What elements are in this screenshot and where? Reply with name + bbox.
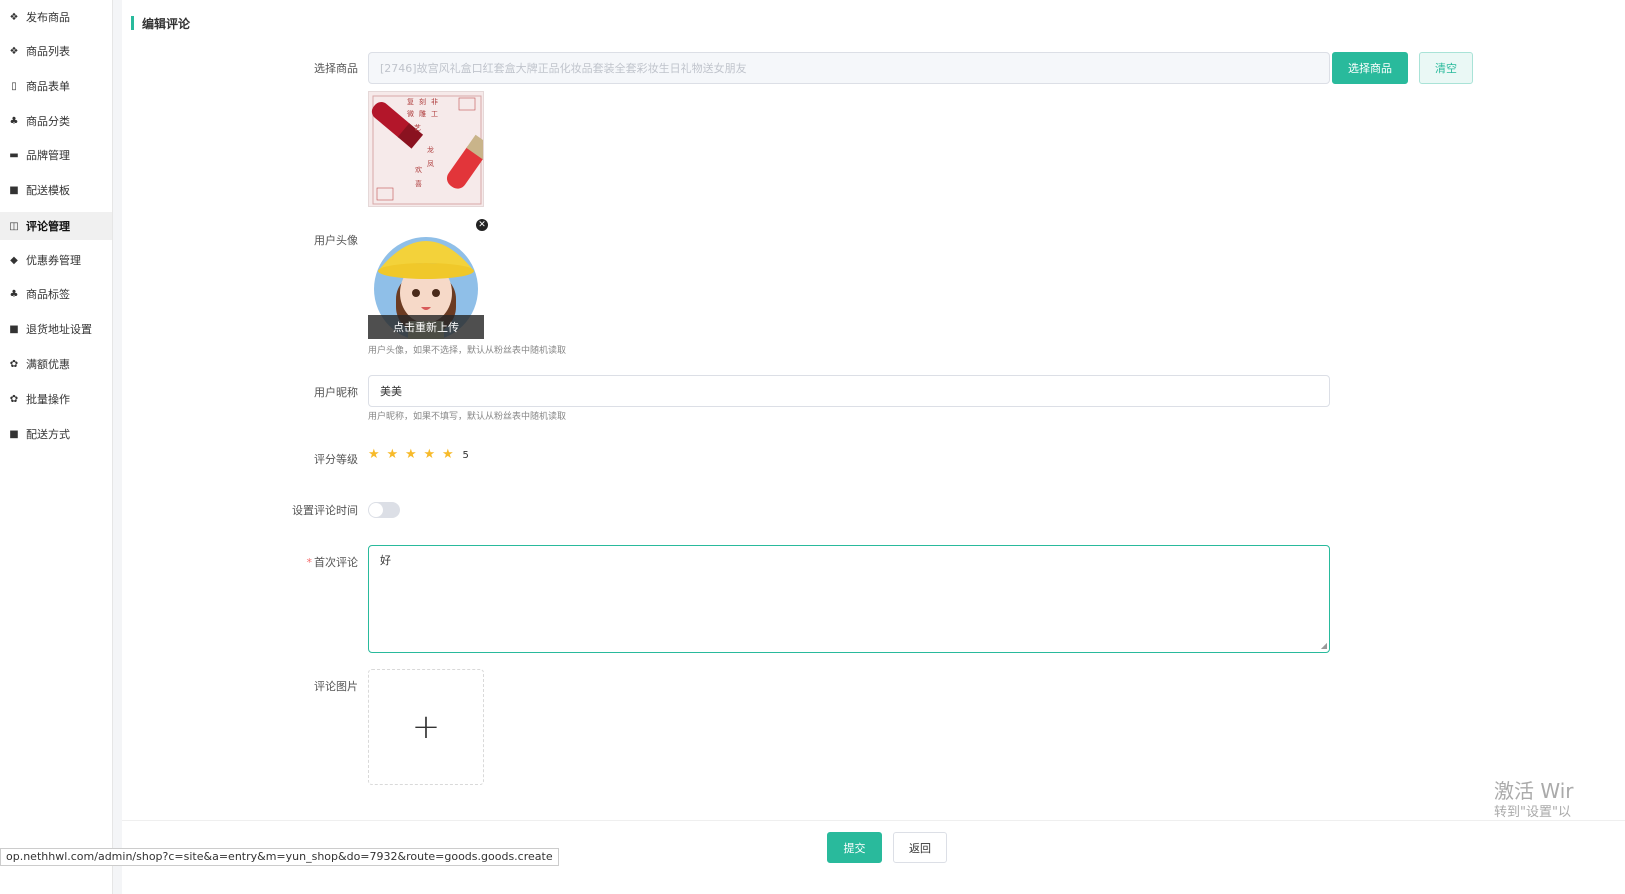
tags-icon: ◆	[10, 254, 18, 266]
time-toggle-label: 设置评论时间	[292, 504, 358, 517]
required-mark: *	[306, 556, 313, 569]
submit-button[interactable]: 提交	[827, 832, 882, 863]
svg-text:微: 微	[407, 109, 414, 118]
truck-icon: ■	[9, 428, 19, 440]
sidebar-item-goods-tags[interactable]: ♣ 商品标签	[0, 280, 112, 308]
nickname-label: 用户昵称	[314, 386, 358, 399]
plus-icon: +	[411, 707, 441, 747]
sidebar-item-shipping-template[interactable]: ■ 配送模板	[0, 176, 112, 204]
sitemap-icon: ♣	[9, 288, 19, 300]
product-label: 选择商品	[314, 62, 358, 75]
back-button[interactable]: 返回	[893, 832, 947, 863]
image-upload-button[interactable]: +	[368, 669, 484, 785]
star-icon[interactable]: ★	[387, 448, 401, 462]
svg-text:喜: 喜	[415, 179, 422, 188]
clear-button[interactable]: 清空	[1419, 52, 1473, 84]
star-icon[interactable]: ★	[405, 448, 419, 462]
sidebar-divider	[113, 0, 122, 894]
avatar-hint: 用户头像，如果不选择，默认从粉丝表中随机读取	[368, 346, 567, 356]
sidebar-item-goods-form[interactable]: ▯ 商品表单	[0, 72, 112, 100]
sidebar-item-brand[interactable]: ▬ 品牌管理	[0, 141, 112, 169]
images-label: 评论图片	[314, 680, 358, 693]
svg-text:非: 非	[431, 97, 438, 106]
resize-handle-icon[interactable]: ◢	[1321, 641, 1327, 650]
cubes-icon: ❖	[9, 45, 19, 57]
product-input[interactable]: [2746]故宫风礼盒口红套盒大牌正品化妆品套装全套彩妆生日礼物送女朋友	[368, 52, 1330, 84]
briefcase-icon: ▬	[9, 149, 19, 161]
page-title: 编辑评论	[131, 14, 190, 32]
close-icon[interactable]: ✕	[476, 219, 488, 231]
sidebar-item-goods-category[interactable]: ♣ 商品分类	[0, 107, 112, 135]
footer-divider	[122, 820, 1625, 821]
columns-icon: ◫	[9, 220, 19, 232]
reupload-button[interactable]: 点击重新上传	[368, 315, 484, 339]
sitemap-icon: ♣	[9, 115, 19, 127]
product-thumbnail: 复微刻雕 非工艺 龙凤欢喜	[368, 91, 484, 207]
gift-icon: ✿	[9, 358, 19, 370]
first-comment-label: * 首次评论	[306, 556, 359, 569]
star-icon[interactable]: ★	[442, 448, 456, 462]
select-product-button[interactable]: 选择商品	[1332, 52, 1408, 84]
svg-text:欢: 欢	[415, 165, 422, 174]
activation-watermark: 激活 Wir	[1494, 779, 1574, 803]
svg-text:工: 工	[431, 110, 438, 118]
svg-text:刻: 刻	[419, 97, 426, 106]
star-icon[interactable]: ★	[424, 448, 438, 462]
rating-score: 5	[462, 449, 469, 461]
svg-text:雕: 雕	[419, 109, 426, 118]
star-icon[interactable]: ★	[368, 448, 382, 462]
svg-text:艺: 艺	[414, 124, 421, 132]
cubes-icon: ❖	[9, 11, 19, 23]
title-accent	[131, 16, 134, 30]
main-content: 编辑评论 选择商品 [2746]故宫风礼盒口红套盒大牌正品化妆品套装全套彩妆生日…	[122, 0, 1625, 894]
sidebar: ❖ 发布商品 ❖ 商品列表 ▯ 商品表单 ♣ 商品分类 ▬ 品牌管理 ■ 配送模板 ◫ 评论管…	[0, 0, 113, 894]
sidebar-item-batch[interactable]: ✿ 批量操作	[0, 385, 112, 413]
truck-icon: ■	[9, 184, 19, 196]
truck-icon: ■	[9, 323, 19, 335]
sidebar-item-goods-list[interactable]: ❖ 商品列表	[0, 37, 112, 65]
activation-watermark-sub: 转到"设置"以	[1494, 805, 1571, 820]
first-comment-textarea[interactable]: 好 ◢	[368, 545, 1330, 653]
sidebar-item-delivery-method[interactable]: ■ 配送方式	[0, 420, 112, 448]
time-toggle-switch[interactable]	[368, 502, 400, 518]
rating-stars: ★ ★ ★ ★ ★ 5	[368, 448, 469, 462]
sidebar-item-publish-goods[interactable]: ❖ 发布商品	[0, 3, 112, 31]
avatar[interactable]: 点击重新上传	[368, 221, 484, 339]
svg-text:龙: 龙	[427, 145, 434, 154]
sidebar-item-return-address[interactable]: ■ 退货地址设置	[0, 315, 112, 343]
rating-label: 评分等级	[314, 453, 358, 466]
sidebar-item-coupons[interactable]: ◆ 优惠券管理	[0, 246, 112, 274]
nickname-hint: 用户昵称，如果不填写，默认从粉丝表中随机读取	[368, 412, 567, 422]
nickname-input[interactable]: 美美	[368, 375, 1330, 407]
file-icon: ▯	[11, 80, 17, 92]
avatar-label: 用户头像	[314, 234, 358, 247]
svg-text:凤: 凤	[427, 160, 434, 168]
sidebar-item-comments[interactable]: ◫ 评论管理	[0, 212, 112, 240]
browser-status-url: op.nethhwl.com/admin/shop?c=site&a=entry…	[0, 848, 559, 866]
svg-text:复: 复	[407, 97, 414, 106]
sidebar-item-full-discount[interactable]: ✿ 满额优惠	[0, 350, 112, 378]
gift-icon: ✿	[9, 393, 19, 405]
switch-knob	[369, 503, 383, 517]
